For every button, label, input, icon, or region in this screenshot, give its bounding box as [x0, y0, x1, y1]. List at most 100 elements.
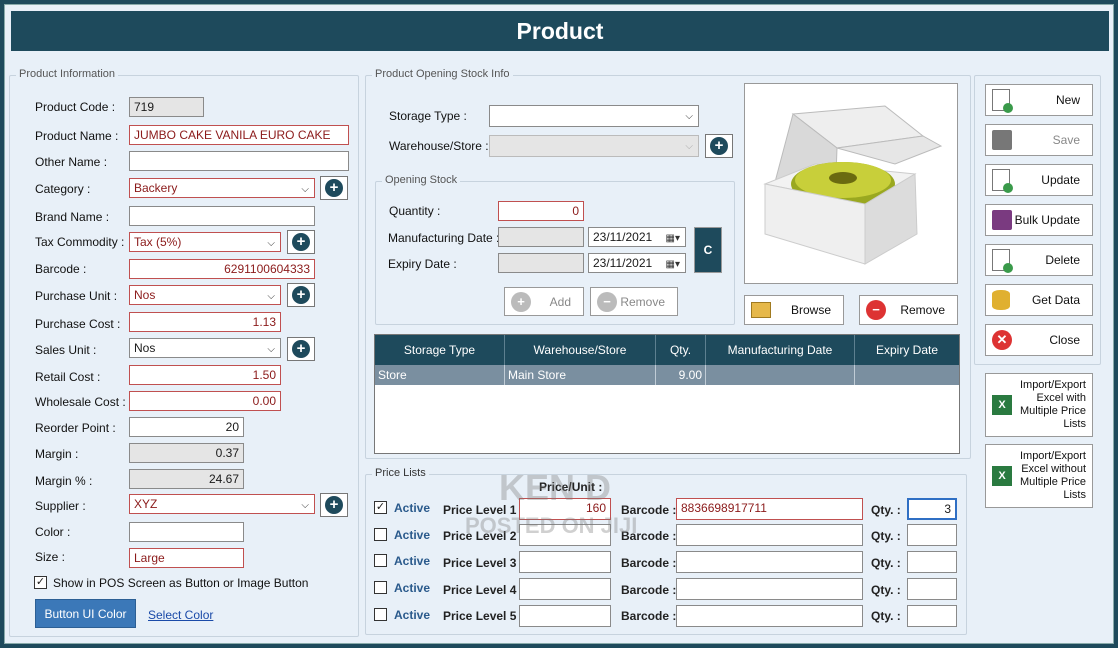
col-qty[interactable]: Qty.: [656, 335, 706, 365]
new-button[interactable]: New: [985, 84, 1093, 116]
price-level-1-active-checkbox[interactable]: ✓: [374, 501, 387, 514]
margin-field[interactable]: 0.37: [129, 443, 244, 463]
plus-icon: +: [325, 496, 343, 514]
storage-type-select[interactable]: ⌵: [489, 105, 699, 127]
browse-button[interactable]: Browse: [744, 295, 844, 325]
product-code-label: Product Code :: [35, 100, 116, 114]
supplier-select[interactable]: XYZ ⌵: [129, 494, 315, 514]
purchase-unit-select[interactable]: Nos ⌵: [129, 285, 281, 305]
cell-qty: 9.00: [656, 365, 706, 385]
plus-icon: +: [325, 179, 343, 197]
brand-name-field[interactable]: [129, 206, 315, 226]
retail-cost-field[interactable]: 1.50: [129, 365, 281, 385]
price-level-2-barcode[interactable]: [676, 524, 863, 546]
add-warehouse-button[interactable]: +: [705, 134, 733, 158]
close-icon: ✕: [992, 330, 1012, 350]
price-level-2-qty[interactable]: [907, 524, 957, 546]
price-level-5-barcode[interactable]: [676, 605, 863, 627]
product-window: Product Product Information Product Code…: [4, 4, 1114, 644]
price-level-2-active-checkbox[interactable]: [374, 528, 387, 541]
stock-grid[interactable]: Storage Type Warehouse/Store Qty. Manufa…: [374, 334, 960, 454]
bulk-update-label: Bulk Update: [1014, 213, 1080, 227]
product-code-field[interactable]: 719: [129, 97, 204, 117]
price-level-5-price[interactable]: [519, 605, 611, 627]
price-level-3-qty[interactable]: [907, 551, 957, 573]
close-button[interactable]: ✕ Close: [985, 324, 1093, 356]
price-level-4-active-checkbox[interactable]: [374, 581, 387, 594]
manufacturing-date-label: Manufacturing Date :: [388, 231, 500, 245]
show-in-pos-label: Show in POS Screen as Button or Image Bu…: [53, 576, 309, 590]
price-level-5-active-checkbox[interactable]: [374, 608, 387, 621]
price-level-3-price[interactable]: [519, 551, 611, 573]
price-level-3-label: Price Level 3 :: [443, 556, 524, 570]
price-level-4-qty-label: Qty. :: [871, 583, 901, 597]
save-button[interactable]: Save: [985, 124, 1093, 156]
col-warehouse[interactable]: Warehouse/Store: [505, 335, 656, 365]
button-ui-color-button[interactable]: Button UI Color: [35, 599, 136, 628]
price-level-4-qty[interactable]: [907, 578, 957, 600]
purchase-unit-label: Purchase Unit :: [35, 289, 118, 303]
warehouse-select[interactable]: ⌵: [489, 135, 699, 157]
sales-unit-select[interactable]: Nos ⌵: [129, 338, 281, 358]
supplier-value: XYZ: [134, 497, 158, 511]
remove-image-button[interactable]: − Remove: [859, 295, 958, 325]
other-name-field[interactable]: [129, 151, 349, 171]
add-purchase-unit-button[interactable]: +: [287, 283, 315, 307]
import-export-with-prices-button[interactable]: X Import/Export Excel with Multiple Pric…: [985, 373, 1093, 437]
cell-warehouse: Main Store: [505, 365, 656, 385]
table-row[interactable]: Store Main Store 9.00: [375, 365, 959, 385]
manufacturing-date-picker[interactable]: 23/11/2021 ▦▾: [588, 227, 686, 247]
wholesale-cost-field[interactable]: 0.00: [129, 391, 281, 411]
add-sales-unit-button[interactable]: +: [287, 337, 315, 361]
col-mfg-date[interactable]: Manufacturing Date: [706, 335, 855, 365]
expiry-date-picker[interactable]: 23/11/2021 ▦▾: [588, 253, 686, 273]
remove-image-label: Remove: [900, 303, 945, 317]
col-storage-type[interactable]: Storage Type: [375, 335, 505, 365]
manufacturing-date-blank: [498, 227, 584, 247]
reorder-point-field[interactable]: 20: [129, 417, 244, 437]
add-category-button[interactable]: +: [320, 176, 348, 200]
expiry-date-label: Expiry Date :: [388, 257, 457, 271]
remove-stock-button[interactable]: − Remove: [590, 287, 678, 316]
product-name-field[interactable]: JUMBO CAKE VANILA EURO CAKE: [129, 125, 349, 145]
plus-icon: +: [292, 233, 310, 251]
category-select[interactable]: Backery ⌵: [129, 178, 315, 198]
barcode-field[interactable]: 6291100604333: [129, 259, 315, 279]
price-level-3-barcode[interactable]: [676, 551, 863, 573]
color-field[interactable]: [129, 522, 244, 542]
clear-c-button[interactable]: C: [694, 227, 722, 273]
price-level-4-price[interactable]: [519, 578, 611, 600]
price-level-3-active-checkbox[interactable]: [374, 554, 387, 567]
bulk-update-button[interactable]: Bulk Update: [985, 204, 1093, 236]
col-expiry-date[interactable]: Expiry Date: [855, 335, 959, 365]
price-level-1-qty[interactable]: 3: [907, 498, 957, 520]
margin-pct-field[interactable]: 24.67: [129, 469, 244, 489]
price-level-4-active-label: Active: [394, 581, 431, 595]
update-button[interactable]: Update: [985, 164, 1093, 196]
price-level-1-barcode[interactable]: 8836698917711: [676, 498, 863, 520]
get-data-button[interactable]: Get Data: [985, 284, 1093, 316]
chevron-down-icon: ⌵: [267, 238, 275, 249]
add-tax-button[interactable]: +: [287, 230, 315, 254]
size-field[interactable]: Large: [129, 548, 244, 568]
add-supplier-button[interactable]: +: [320, 493, 348, 517]
barcode-label: Barcode :: [35, 262, 87, 276]
price-level-1-qty-label: Qty. :: [871, 503, 901, 517]
price-level-4-barcode[interactable]: [676, 578, 863, 600]
price-level-5-qty[interactable]: [907, 605, 957, 627]
delete-button[interactable]: Delete: [985, 244, 1093, 276]
chevron-down-icon: ⌵: [301, 500, 309, 511]
product-information-label: Product Information: [16, 68, 118, 80]
minus-circle-icon: −: [866, 300, 886, 320]
expiry-date-blank: [498, 253, 584, 273]
brand-name-label: Brand Name :: [35, 210, 110, 224]
select-color-link[interactable]: Select Color: [148, 608, 213, 622]
import-export-without-prices-button[interactable]: X Import/Export Excel without Multiple P…: [985, 444, 1093, 508]
add-stock-button[interactable]: + Add: [504, 287, 584, 316]
stock-grid-header: Storage Type Warehouse/Store Qty. Manufa…: [375, 335, 959, 365]
purchase-cost-field[interactable]: 1.13: [129, 312, 281, 332]
quantity-field[interactable]: 0: [498, 201, 584, 221]
show-in-pos-checkbox[interactable]: ✓: [34, 576, 47, 589]
tax-commodity-select[interactable]: Tax (5%) ⌵: [129, 232, 281, 252]
price-level-5-active-label: Active: [394, 608, 431, 622]
